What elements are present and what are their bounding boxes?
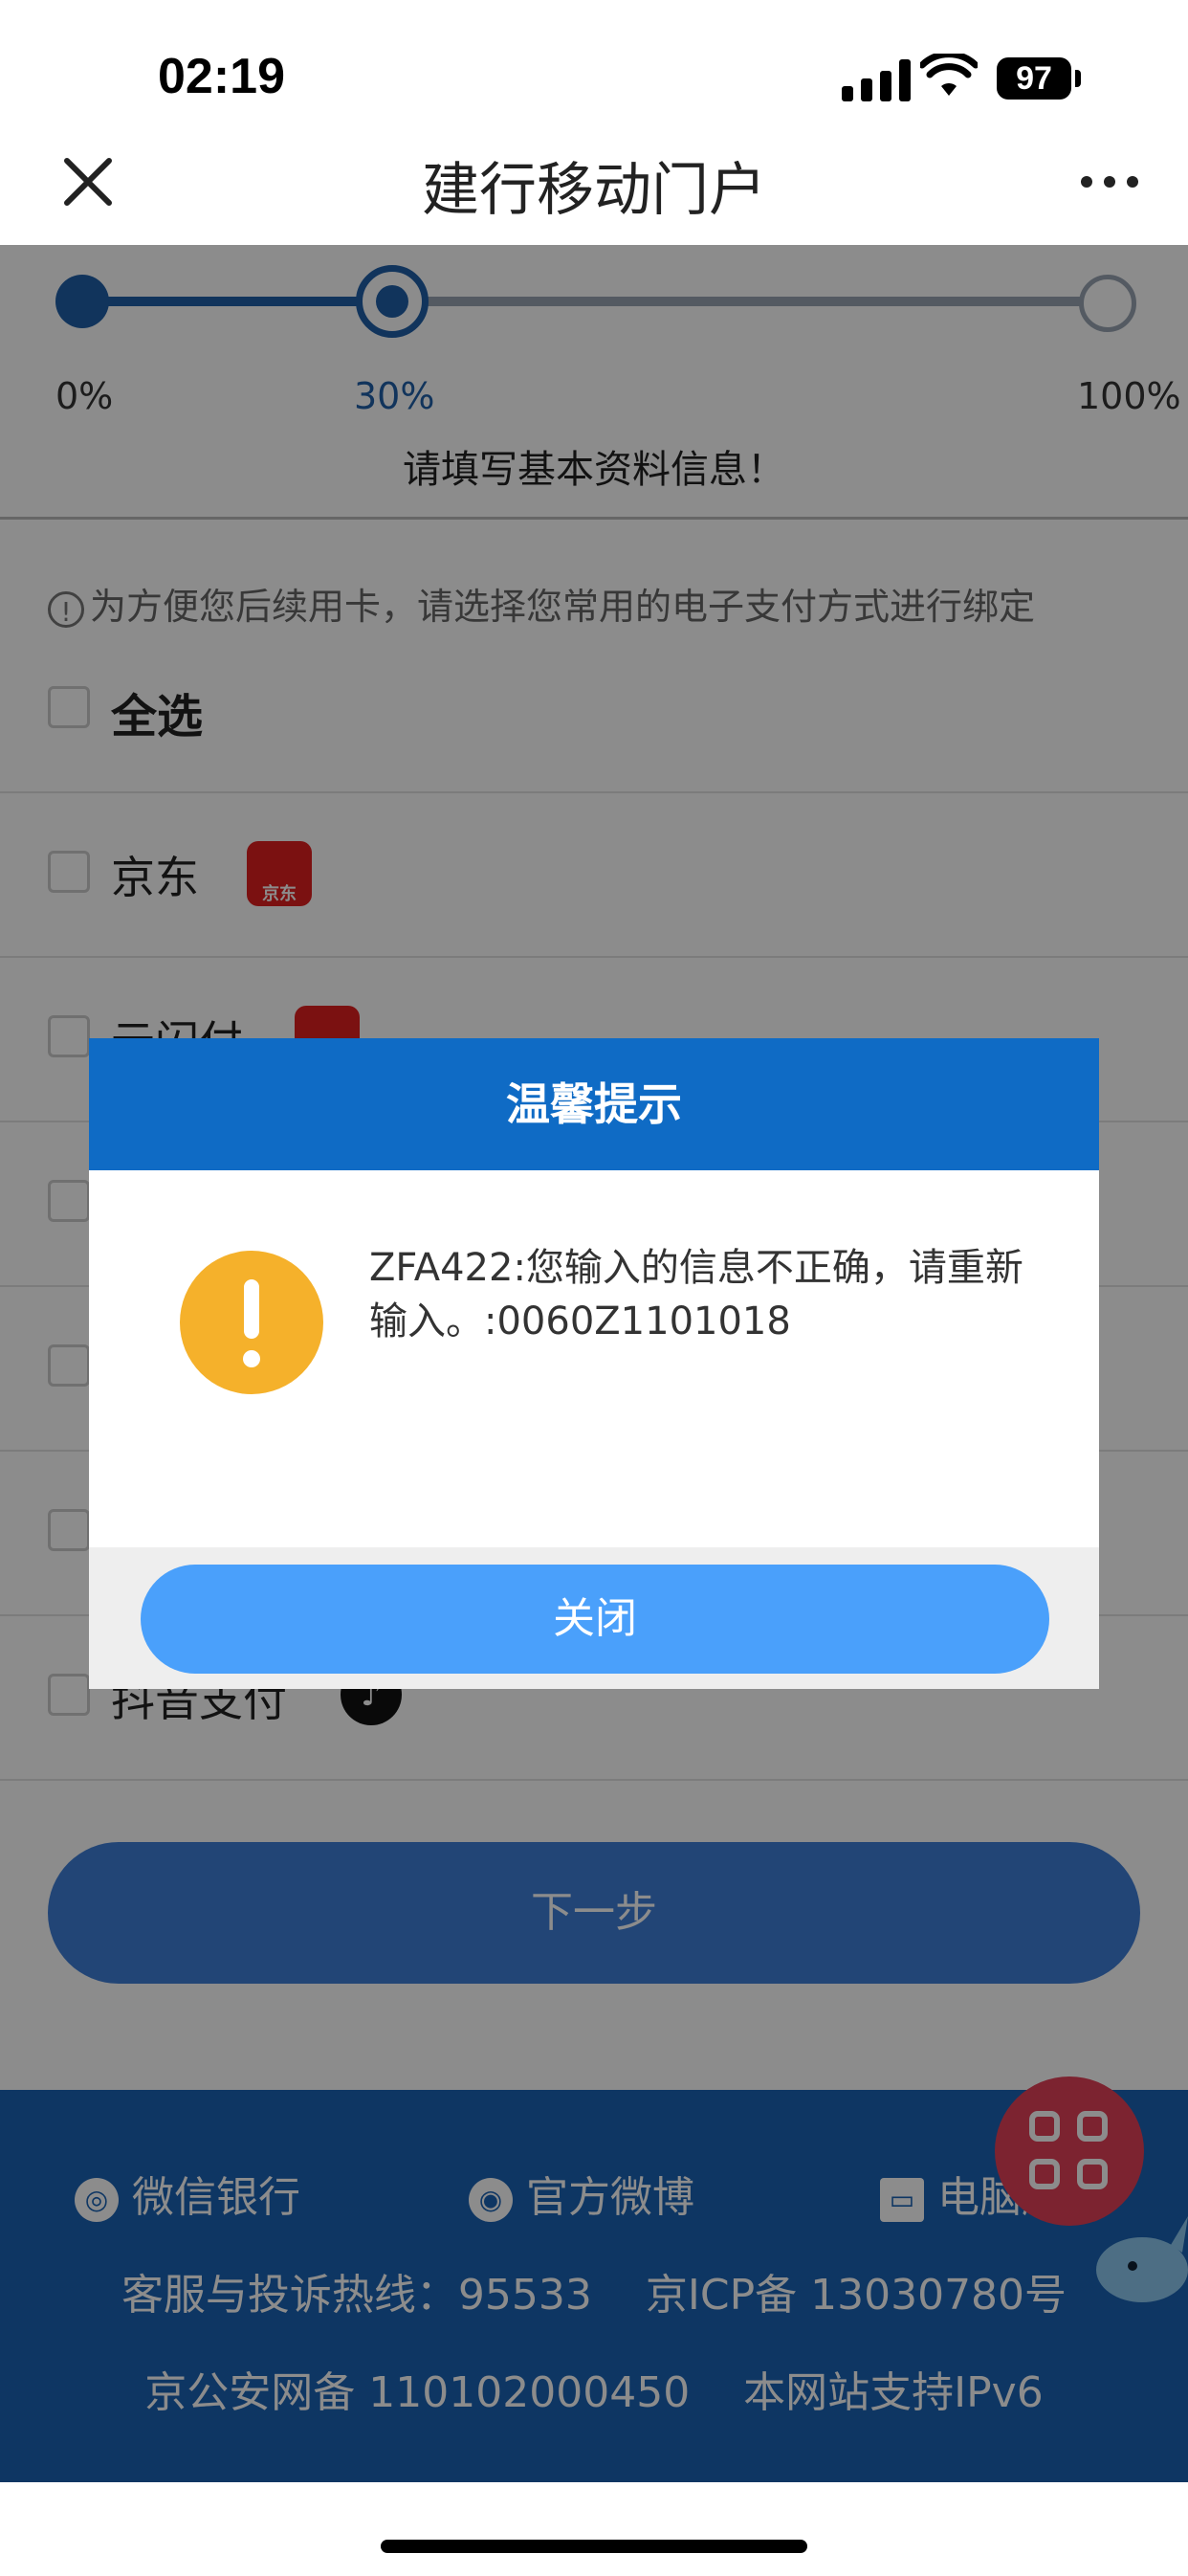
dialog-message: ZFA422:您输入的信息不正确，请重新输入。:0060Z1101018 [369, 1246, 1023, 1344]
dialog-footer: 关闭 [89, 1547, 1099, 1689]
wifi-icon [920, 54, 978, 96]
home-indicator [381, 2540, 807, 2553]
status-time: 02:19 [158, 49, 285, 104]
battery-indicator: 97 [997, 57, 1071, 100]
alert-dialog: 温馨提示 ZFA422:您输入的信息不正确，请重新输入。:0060Z110101… [89, 1038, 1099, 1689]
nav-title: 建行移动门户 [422, 157, 766, 224]
warning-icon [180, 1251, 323, 1394]
battery-tip [1075, 70, 1081, 87]
cellular-signal-icon [842, 59, 911, 101]
more-icon[interactable] [1071, 153, 1148, 211]
close-button[interactable]: 关闭 [141, 1565, 1049, 1674]
dialog-title: 温馨提示 [89, 1038, 1099, 1170]
